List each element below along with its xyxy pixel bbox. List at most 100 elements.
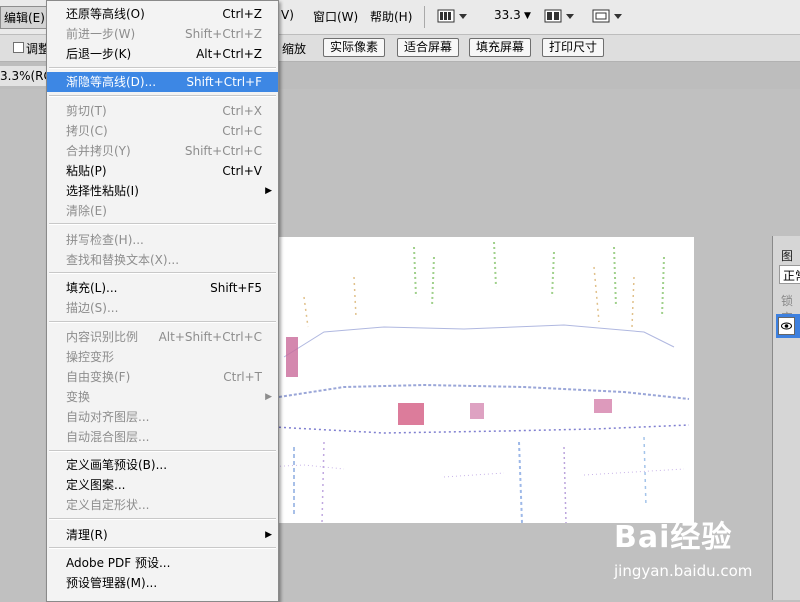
- menu-item-label: 清除(E): [66, 204, 107, 218]
- menu-help[interactable]: 帮助(H): [370, 8, 412, 25]
- menu-item-auto-blend-layers: 自动混合图层...: [47, 427, 278, 447]
- menu-separator: [49, 450, 276, 452]
- menu-item-define-custom-shape: 定义自定形状...: [47, 495, 278, 515]
- menu-item-label: 自由变换(F): [66, 370, 131, 384]
- blend-mode-select[interactable]: 正常: [779, 265, 800, 284]
- menu-item-label: 定义图案...: [66, 478, 126, 492]
- menu-item-label: 描边(S)...: [66, 301, 119, 315]
- menu-item-label: 操控变形: [66, 350, 115, 364]
- menu-item-adobe-pdf-presets[interactable]: Adobe PDF 预设...: [47, 553, 278, 573]
- menu-item-label: 预设管理器(M)...: [66, 576, 158, 590]
- watermark-url: jingyan.baidu.com: [614, 562, 753, 580]
- menu-item-fill[interactable]: 填充(L)... Shift+F5: [47, 278, 278, 298]
- menu-item-shortcut: Alt+Shift+Ctrl+C: [158, 330, 262, 344]
- watermark-brand: Bai经验: [614, 520, 733, 555]
- fill-screen-button[interactable]: 填充屏幕: [469, 38, 532, 57]
- menu-item-shortcut: Ctrl+X: [222, 104, 262, 118]
- screen-mode-icon[interactable]: [437, 9, 469, 26]
- menu-item-define-brush[interactable]: 定义画笔预设(B)...: [47, 455, 278, 475]
- menu-item-clear: 清除(E): [47, 201, 278, 221]
- menu-item-label: 粘贴(P): [66, 164, 107, 178]
- menu-item-label: 清理(R): [66, 528, 108, 542]
- print-size-button[interactable]: 打印尺寸: [542, 38, 605, 57]
- menu-item-label: 剪切(T): [66, 104, 107, 118]
- menu-separator: [49, 95, 276, 97]
- menu-view[interactable]: V): [281, 8, 294, 22]
- menu-item-shortcut: Ctrl+Z: [222, 7, 262, 21]
- menu-item-free-transform: 自由变换(F) Ctrl+T: [47, 367, 278, 387]
- menu-item-copy-merged: 合并拷贝(Y) Shift+Ctrl+C: [47, 141, 278, 161]
- menu-item-label: 定义自定形状...: [66, 498, 150, 512]
- menu-item-label: 渐隐等高线(D)...: [66, 75, 157, 89]
- arrange-documents-icon[interactable]: [544, 9, 578, 26]
- menu-separator: [49, 67, 276, 69]
- watermark: Bai经验 jingyan.baidu.com: [612, 512, 800, 592]
- menu-item-label: 合并拷贝(Y): [66, 144, 131, 158]
- menu-item-label: 自动对齐图层...: [66, 410, 150, 424]
- menu-item-label: 自动混合图层...: [66, 430, 150, 444]
- menu-item-step-backward[interactable]: 后退一步(K) Alt+Ctrl+Z: [47, 44, 278, 64]
- menu-edit[interactable]: 编辑(E): [0, 6, 49, 29]
- screen-layout-icon[interactable]: [592, 9, 626, 26]
- menu-item-puppet-warp: 操控变形: [47, 347, 278, 367]
- menu-item-transform: 变换 ▶: [47, 387, 278, 407]
- layer-row[interactable]: [776, 314, 800, 338]
- menu-item-label: 选择性粘贴(I): [66, 184, 139, 198]
- menu-item-define-pattern[interactable]: 定义图案...: [47, 475, 278, 495]
- submenu-arrow-icon: ▶: [265, 392, 272, 402]
- menu-item-label: Adobe PDF 预设...: [66, 556, 171, 570]
- menu-item-shortcut: Ctrl+C: [222, 124, 262, 138]
- submenu-arrow-icon: ▶: [265, 530, 272, 540]
- menu-item-label: 查找和替换文本(X)...: [66, 253, 180, 267]
- menu-separator: [49, 518, 276, 520]
- zoom-dropdown-arrow[interactable]: ▼: [524, 11, 531, 21]
- menu-item-auto-align-layers: 自动对齐图层...: [47, 407, 278, 427]
- menu-item-check-spelling: 拼写检查(H)...: [47, 230, 278, 250]
- menu-item-shortcut: Alt+Ctrl+Z: [196, 47, 262, 61]
- menu-item-label: 还原等高线(O): [66, 7, 145, 21]
- menu-item-label: 填充(L)...: [66, 281, 118, 295]
- menu-item-stroke: 描边(S)...: [47, 298, 278, 318]
- menu-item-label: 后退一步(K): [66, 47, 132, 61]
- menu-window[interactable]: 窗口(W): [313, 8, 358, 25]
- canvas-image: [264, 237, 694, 523]
- menu-item-paste[interactable]: 粘贴(P) Ctrl+V: [47, 161, 278, 181]
- fit-screen-button[interactable]: 适合屏幕: [397, 38, 460, 57]
- menu-item-undo-contour[interactable]: 还原等高线(O) Ctrl+Z: [47, 4, 278, 24]
- menu-item-copy: 拷贝(C) Ctrl+C: [47, 121, 278, 141]
- menu-item-find-replace: 查找和替换文本(X)...: [47, 250, 278, 270]
- menu-item-label: 变换: [66, 390, 91, 404]
- edit-menu: 还原等高线(O) Ctrl+Z 前进一步(W) Shift+Ctrl+Z 后退一…: [46, 0, 279, 602]
- zoom-level[interactable]: 33.3: [494, 8, 521, 22]
- menu-item-shortcut: Shift+Ctrl+F: [186, 75, 262, 89]
- blend-mode-value: 正常: [783, 269, 800, 283]
- menu-separator: [49, 223, 276, 225]
- menu-item-preset-manager[interactable]: 预设管理器(M)...: [47, 573, 278, 593]
- resize-windows-checkbox[interactable]: [13, 42, 24, 53]
- menu-item-paste-special[interactable]: 选择性粘贴(I) ▶: [47, 181, 278, 201]
- eye-icon[interactable]: [778, 317, 795, 335]
- menu-item-purge[interactable]: 清理(R) ▶: [47, 525, 278, 545]
- menu-separator: [49, 321, 276, 323]
- menu-item-label: 定义画笔预设(B)...: [66, 458, 168, 472]
- menu-item-label: 前进一步(W): [66, 27, 136, 41]
- menu-item-shortcut: Shift+Ctrl+C: [184, 144, 262, 158]
- menu-item-content-aware-scale: 内容识别比例 Alt+Shift+Ctrl+C: [47, 327, 278, 347]
- menu-item-shortcut: Ctrl+T: [223, 370, 262, 384]
- menu-item-fade-contour[interactable]: 渐隐等高线(D)... Shift+Ctrl+F: [47, 72, 278, 92]
- menu-separator: [49, 272, 276, 274]
- menubar-divider: [424, 6, 425, 28]
- actual-pixels-button[interactable]: 实际像素: [323, 38, 386, 57]
- menu-item-label: 内容识别比例: [66, 330, 139, 344]
- menu-item-shortcut: Ctrl+V: [222, 164, 262, 178]
- menu-item-cut: 剪切(T) Ctrl+X: [47, 101, 278, 121]
- scrubby-zoom-label[interactable]: 缩放: [282, 40, 316, 57]
- menu-item-shortcut: Shift+Ctrl+Z: [185, 27, 262, 41]
- menu-item-shortcut: Shift+F5: [210, 281, 262, 295]
- menu-item-step-forward: 前进一步(W) Shift+Ctrl+Z: [47, 24, 278, 44]
- menu-item-label: 拼写检查(H)...: [66, 233, 144, 247]
- submenu-arrow-icon: ▶: [265, 186, 272, 196]
- document-tab[interactable]: 3.3%(RGB: [0, 66, 51, 86]
- menu-separator: [49, 547, 276, 549]
- menu-item-label: 拷贝(C): [66, 124, 108, 138]
